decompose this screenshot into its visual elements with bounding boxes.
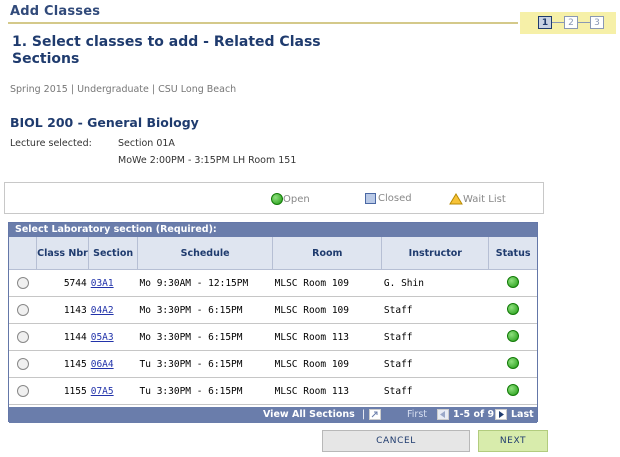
section-link[interactable]: 07A5 <box>91 386 114 397</box>
select-column-header <box>9 237 37 270</box>
step-3: 3 <box>590 16 604 29</box>
class-nbr: 1144 <box>36 323 89 351</box>
table-row: 5744 03A1 Mo 9:30AM - 12:15PM MLSC Room … <box>9 269 537 297</box>
class-nbr: 1145 <box>36 350 89 378</box>
previous-page-icon <box>437 409 449 420</box>
column-header-instructor: Instructor <box>381 237 490 270</box>
open-status-icon <box>271 193 283 205</box>
legend-closed: Closed <box>365 193 412 204</box>
closed-status-icon <box>365 193 376 204</box>
step-connector <box>578 22 590 23</box>
schedule-cell: Mo 9:30AM - 12:15PM <box>137 269 273 297</box>
grid-footer: View All Sections | First 1-5 of 9 Last <box>9 407 537 423</box>
lab-sections-grid: Select Laboratory section (Required): Cl… <box>8 222 538 423</box>
step-2: 2 <box>564 16 578 29</box>
table-row: 1144 05A3 Mo 3:30PM - 6:15PM MLSC Room 1… <box>9 323 537 351</box>
sections-table: Class Nbr Section Schedule Room Instruct… <box>9 237 537 405</box>
footer-divider: | <box>362 409 366 420</box>
cancel-button[interactable]: CANCEL <box>322 430 470 452</box>
legend-waitlist-label: Wait List <box>463 193 506 205</box>
section-heading: 1. Select classes to add - Related Class… <box>12 34 321 67</box>
open-status-icon <box>506 383 519 396</box>
section-radio[interactable] <box>16 358 29 370</box>
column-header-class-nbr: Class Nbr <box>36 237 90 270</box>
table-row: 1145 06A4 Tu 3:30PM - 6:15PM MLSC Room 1… <box>9 350 537 378</box>
table-row: 1143 04A2 Mo 3:30PM - 6:15PM MLSC Room 1… <box>9 296 537 324</box>
instructor-cell: Staff <box>381 323 489 351</box>
room-cell: MLSC Room 109 <box>272 296 382 324</box>
step-1: 1 <box>538 16 552 29</box>
grid-caption: Select Laboratory section (Required): <box>9 223 537 237</box>
legend-open: Open <box>271 193 310 205</box>
page-title: Add Classes <box>10 4 101 19</box>
instructor-cell: Staff <box>381 377 489 405</box>
schedule-cell: Mo 3:30PM - 6:15PM <box>137 323 273 351</box>
lecture-section: Section 01A <box>118 138 175 149</box>
section-radio[interactable] <box>16 331 29 343</box>
first-link: First <box>407 409 427 420</box>
section-link[interactable]: 04A2 <box>91 305 114 316</box>
open-status-icon <box>506 329 519 342</box>
lecture-label: Lecture selected: <box>10 138 92 149</box>
last-link[interactable]: Last <box>511 409 534 420</box>
room-cell: MLSC Room 113 <box>272 323 382 351</box>
open-status-icon <box>506 302 519 315</box>
open-status-icon <box>506 356 519 369</box>
status-legend: Open Closed Wait List <box>4 182 544 214</box>
class-nbr: 1143 <box>36 296 89 324</box>
lecture-time: MoWe 2:00PM - 3:15PM LH Room 151 <box>118 155 297 166</box>
section-radio[interactable] <box>16 304 29 316</box>
title-divider <box>8 22 518 24</box>
schedule-cell: Mo 3:30PM - 6:15PM <box>137 296 273 324</box>
instructor-cell: Staff <box>381 350 489 378</box>
term-info: Spring 2015 | Undergraduate | CSU Long B… <box>10 84 237 95</box>
schedule-cell: Tu 3:30PM - 6:15PM <box>137 350 273 378</box>
view-all-sections-link[interactable]: View All Sections <box>263 409 355 420</box>
room-cell: MLSC Room 109 <box>272 269 382 297</box>
expand-grid-icon[interactable] <box>369 409 381 420</box>
next-page-icon[interactable] <box>495 409 507 420</box>
section-link[interactable]: 05A3 <box>91 332 114 343</box>
page-range: 1-5 of 9 <box>453 409 495 420</box>
legend-waitlist: Wait List <box>449 193 506 205</box>
class-nbr: 1155 <box>36 377 89 405</box>
section-link[interactable]: 06A4 <box>91 359 114 370</box>
column-header-room: Room <box>272 237 383 270</box>
class-nbr: 5744 <box>36 269 89 297</box>
schedule-cell: Tu 3:30PM - 6:15PM <box>137 377 273 405</box>
legend-open-label: Open <box>283 193 310 205</box>
table-row: 1155 07A5 Tu 3:30PM - 6:15PM MLSC Room 1… <box>9 377 537 405</box>
section-radio[interactable] <box>16 277 29 289</box>
room-cell: MLSC Room 109 <box>272 350 382 378</box>
open-status-icon <box>506 275 519 288</box>
column-header-schedule: Schedule <box>137 237 274 270</box>
waitlist-status-icon <box>449 193 463 205</box>
column-header-status: Status <box>488 237 537 270</box>
section-radio[interactable] <box>16 385 29 397</box>
legend-closed-label: Closed <box>378 193 412 204</box>
instructor-cell: G. Shin <box>381 269 489 297</box>
instructor-cell: Staff <box>381 296 489 324</box>
column-header-section: Section <box>88 237 139 270</box>
step-indicator: 1 2 3 <box>520 12 616 34</box>
course-title: BIOL 200 - General Biology <box>10 115 199 130</box>
step-connector <box>552 22 564 23</box>
section-link[interactable]: 03A1 <box>91 278 114 289</box>
next-button[interactable]: NEXT <box>478 430 548 452</box>
room-cell: MLSC Room 113 <box>272 377 382 405</box>
